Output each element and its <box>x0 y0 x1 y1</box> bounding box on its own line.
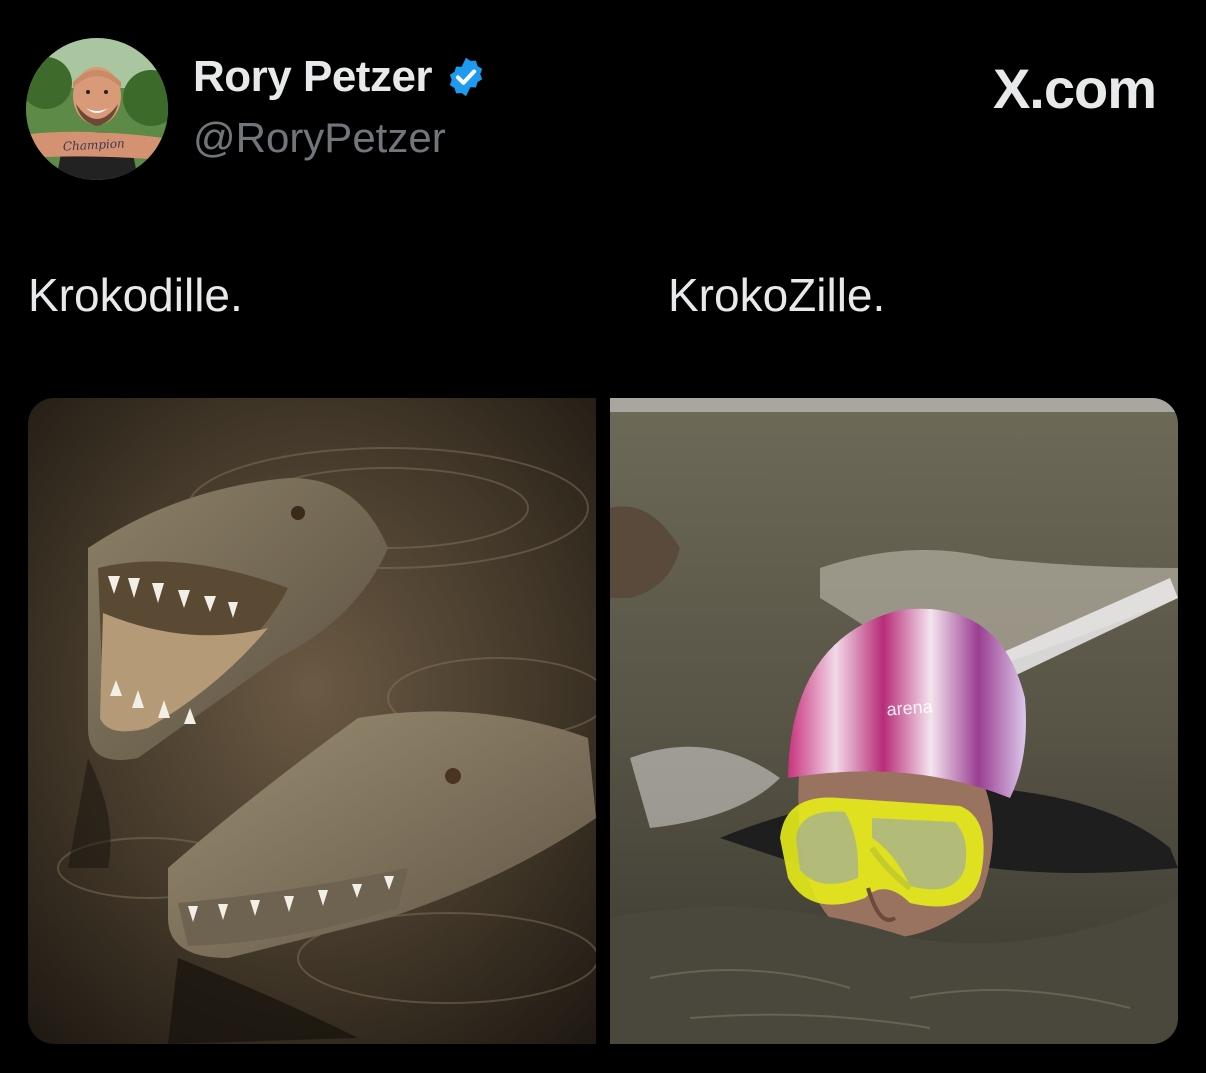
caption-right: KrokoZille. <box>668 269 886 321</box>
author-display-name[interactable]: Rory Petzer <box>193 52 433 102</box>
swim-cap-brand: arena <box>886 696 934 719</box>
author-avatar[interactable]: Champion <box>26 38 168 180</box>
media-photo-crocodiles[interactable] <box>28 398 596 1044</box>
author-handle[interactable]: @RoryPetzer <box>193 114 446 162</box>
caption-left: Krokodille. <box>28 269 243 321</box>
verified-badge-icon <box>449 57 483 97</box>
media-grid: arena <box>28 398 1178 1044</box>
author-name-row[interactable]: Rory Petzer <box>193 52 488 102</box>
site-brand: X.com <box>992 57 1157 120</box>
media-photo-swimmer[interactable]: arena <box>610 398 1178 1044</box>
